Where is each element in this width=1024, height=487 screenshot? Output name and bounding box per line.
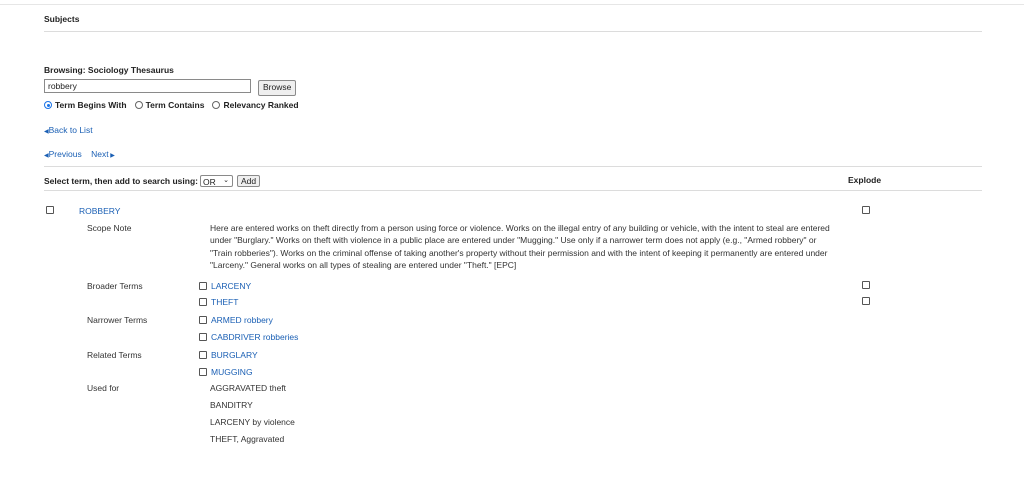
radio-term-contains[interactable]: Term Contains xyxy=(134,100,205,110)
term-checkbox[interactable] xyxy=(199,316,207,324)
related-term-row: MUGGING xyxy=(199,367,253,377)
top-divider xyxy=(0,4,1024,5)
broader-term-link[interactable]: LARCENY xyxy=(211,281,251,291)
used-for-item: AGGRAVATED theft xyxy=(210,383,287,393)
radio-label: Relevancy Ranked xyxy=(223,100,299,110)
term-checkbox[interactable] xyxy=(46,206,54,214)
broader-term-link[interactable]: THEFT xyxy=(211,297,238,307)
term-checkbox[interactable] xyxy=(199,333,207,341)
browsing-label: Browsing: Sociology Thesaurus xyxy=(44,65,174,75)
term-checkbox[interactable] xyxy=(199,351,207,359)
related-term-link[interactable]: MUGGING xyxy=(211,367,253,377)
divider xyxy=(44,31,982,32)
term-checkbox[interactable] xyxy=(199,282,207,290)
select-term-label: Select term, then add to search using: xyxy=(44,176,198,186)
used-for-item: THEFT, Aggravated xyxy=(210,434,285,444)
radio-icon[interactable] xyxy=(212,101,221,109)
back-to-list-label[interactable]: Back to List xyxy=(49,125,93,135)
panel-title: Subjects xyxy=(44,14,80,24)
previous-link[interactable]: ◀Previous xyxy=(44,149,82,159)
previous-label[interactable]: Previous xyxy=(49,149,82,159)
operator-value: OR xyxy=(202,177,216,187)
narrower-term-link[interactable]: ARMED robbery xyxy=(211,315,273,325)
main-term-link[interactable]: ROBBERY xyxy=(79,206,120,216)
used-for-label: Used for xyxy=(87,383,120,393)
term-checkbox[interactable] xyxy=(199,368,207,376)
related-terms-label: Related Terms xyxy=(87,350,142,360)
radio-icon[interactable] xyxy=(134,101,143,109)
scope-note-text: Here are entered works on theft directly… xyxy=(210,223,830,270)
browse-button[interactable]: Browse xyxy=(258,80,297,96)
used-for-item: BANDITRY xyxy=(210,400,253,410)
scope-note-label: Scope Note xyxy=(87,223,132,233)
narrower-term-row: CABDRIVER robberies xyxy=(199,332,298,342)
radio-selected-icon[interactable] xyxy=(44,101,52,109)
divider xyxy=(44,166,982,167)
broader-terms-label: Broader Terms xyxy=(87,281,143,291)
caret-right-icon: ▶ xyxy=(108,153,115,159)
narrower-terms-label: Narrower Terms xyxy=(87,315,148,325)
next-link[interactable]: Next ▶ xyxy=(91,149,115,159)
term-checkbox[interactable] xyxy=(199,298,207,306)
search-input[interactable] xyxy=(44,79,251,93)
related-term-row: BURGLARY xyxy=(199,350,258,360)
search-mode-radios: Term Begins With Term Contains Relevancy… xyxy=(44,100,307,110)
explode-checkbox[interactable] xyxy=(862,206,870,214)
broader-term-row: THEFT xyxy=(199,297,238,307)
radio-label: Term Begins With xyxy=(55,100,127,110)
back-to-list-link[interactable]: ◀Back to List xyxy=(44,125,93,135)
broader-term-row: LARCENY xyxy=(199,281,251,291)
radio-label: Term Contains xyxy=(145,100,205,110)
chevron-down-icon: ⌄ xyxy=(223,177,229,184)
explode-checkbox[interactable] xyxy=(862,297,870,305)
radio-term-begins-with[interactable]: Term Begins With xyxy=(44,100,127,110)
radio-relevancy-ranked[interactable]: Relevancy Ranked xyxy=(212,100,299,110)
narrower-term-link[interactable]: CABDRIVER robberies xyxy=(211,332,298,342)
divider xyxy=(44,190,982,191)
related-term-link[interactable]: BURGLARY xyxy=(211,350,258,360)
add-button[interactable]: Add xyxy=(236,175,261,187)
next-label[interactable]: Next xyxy=(91,149,108,159)
explode-checkbox[interactable] xyxy=(862,281,870,289)
used-for-item: LARCENY by violence xyxy=(210,417,295,427)
explode-header: Explode xyxy=(848,175,882,185)
operator-select[interactable]: OR ⌄ xyxy=(199,175,233,187)
narrower-term-row: ARMED robbery xyxy=(199,315,273,325)
select-term-bar: Select term, then add to search using: O… xyxy=(44,175,261,187)
pagination: ◀Previous Next ▶ xyxy=(44,149,115,159)
